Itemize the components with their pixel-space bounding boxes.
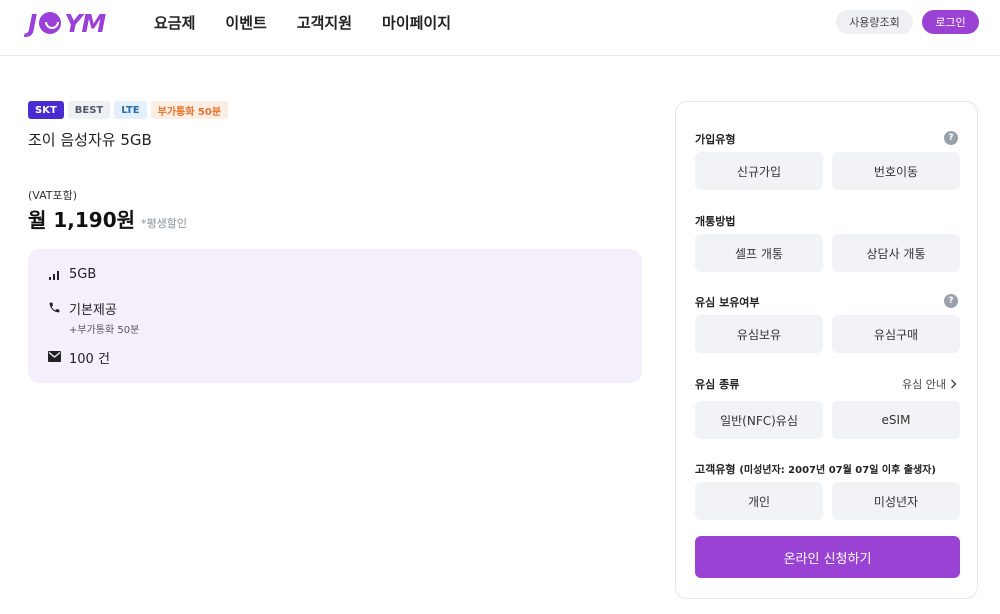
usim-type-title: 유심 종류: [695, 378, 740, 391]
extra-call-badge: 부가통화 50분: [150, 101, 229, 119]
option-minor[interactable]: 미성년자: [832, 482, 960, 520]
extra-call-note: +부가통화 50분: [69, 325, 140, 336]
monthly-price: 월 1,190원: [28, 208, 136, 232]
option-esim[interactable]: eSIM: [832, 401, 960, 439]
usage-check-button[interactable]: 사용량조회: [836, 10, 913, 34]
option-new-join[interactable]: 신규가입: [695, 152, 823, 190]
option-nfc-usim[interactable]: 일반(NFC)유심: [695, 401, 823, 439]
discount-note: *평생할인: [141, 217, 188, 230]
benefit-sms: 100 건: [47, 348, 110, 367]
option-has-usim[interactable]: 유심보유: [695, 315, 823, 353]
phone-icon: [47, 300, 61, 314]
top-header: J YM 요금제 이벤트 고객지원 마이페이지 사용량조회 로그인: [0, 0, 1000, 56]
price-row: 월 1,190원 *평생할인: [28, 204, 187, 233]
usim-guide-label: 유심 안내: [902, 378, 946, 391]
best-badge: BEST: [67, 101, 111, 119]
application-panel: 가입유형 ? 신규가입 번호이동 개통방법 셀프 개통 상담사 개통 유심 보유…: [675, 101, 978, 599]
nav-item-events[interactable]: 이벤트: [225, 12, 266, 33]
option-agent-activation[interactable]: 상담사 개통: [832, 234, 960, 272]
signal-icon: [47, 268, 61, 282]
logo-smile-icon: [39, 12, 62, 34]
apply-online-button[interactable]: 온라인 신청하기: [695, 536, 960, 578]
vat-label: (VAT포함): [28, 189, 78, 202]
help-icon[interactable]: ?: [944, 131, 958, 145]
option-number-port[interactable]: 번호이동: [832, 152, 960, 190]
data-allowance: 5GB: [69, 267, 97, 282]
chevron-right-icon: [950, 379, 957, 389]
nav-item-plans[interactable]: 요금제: [154, 12, 195, 33]
help-icon[interactable]: ?: [944, 294, 958, 308]
activation-title: 개통방법: [695, 215, 736, 228]
login-button[interactable]: 로그인: [922, 10, 979, 34]
benefit-data: 5GB: [47, 267, 96, 282]
option-individual[interactable]: 개인: [695, 482, 823, 520]
customer-type-title: 고객유형 (미성년자: 2007년 07월 07일 이후 출생자): [695, 461, 936, 477]
usim-guide-link[interactable]: 유심 안내: [902, 376, 957, 392]
option-self-activation[interactable]: 셀프 개통: [695, 234, 823, 272]
sms-allowance: 100 건: [69, 352, 110, 367]
brand-logo[interactable]: J YM: [28, 8, 106, 38]
join-type-title: 가입유형: [695, 133, 736, 146]
nav-item-support[interactable]: 고객지원: [297, 12, 352, 33]
plan-title: 조이 음성자유 5GB: [28, 131, 152, 149]
logo-letter-j: J: [28, 8, 37, 38]
benefit-box: 5GB 기본제공 +부가통화 50분 100 건: [28, 249, 642, 383]
benefit-call: 기본제공 +부가통화 50분: [47, 299, 139, 336]
network-badge: LTE: [114, 101, 147, 119]
logo-letter-ym: YM: [64, 8, 106, 38]
mail-icon: [47, 349, 61, 363]
nav-item-mypage[interactable]: 마이페이지: [382, 12, 451, 33]
carrier-badge: SKT: [28, 101, 64, 119]
call-allowance: 기본제공: [69, 303, 117, 318]
plan-tags: SKT BEST LTE 부가통화 50분: [28, 101, 229, 119]
usim-owned-title: 유심 보유여부: [695, 296, 760, 309]
minor-age-note: (미성년자: 2007년 07월 07일 이후 출생자): [739, 465, 936, 476]
option-buy-usim[interactable]: 유심구매: [832, 315, 960, 353]
main-nav: 요금제 이벤트 고객지원 마이페이지: [154, 12, 451, 33]
customer-type-label: 고객유형: [695, 463, 736, 476]
